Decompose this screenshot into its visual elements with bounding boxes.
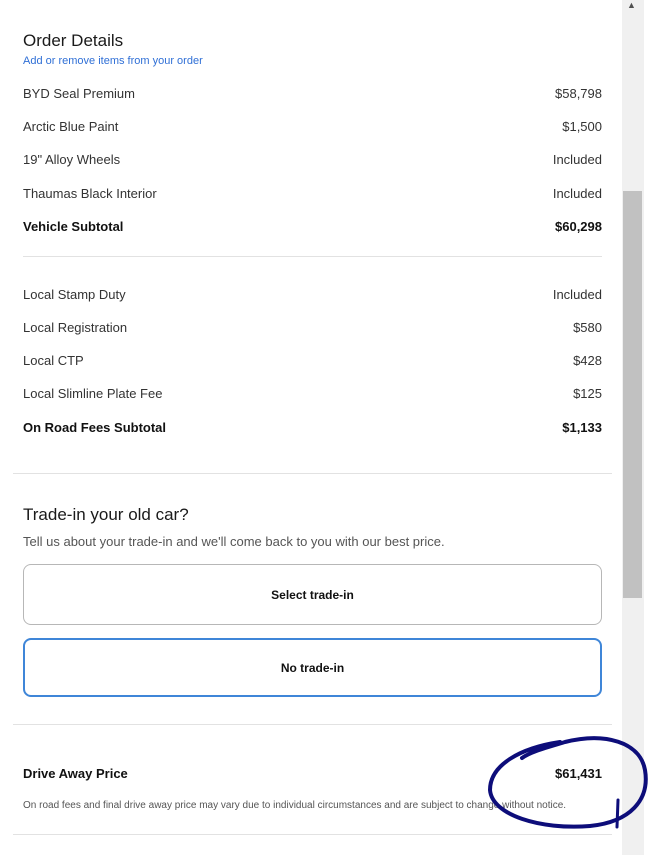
fee-item-label: Local Slimline Plate Fee — [23, 386, 163, 401]
line-item: BYD Seal Premium $58,798 — [23, 86, 602, 104]
line-item: Arctic Blue Paint $1,500 — [23, 119, 602, 137]
divider — [23, 256, 602, 257]
line-item-value: Included — [552, 152, 602, 167]
fee-item: Local Registration $580 — [23, 320, 602, 338]
trade-in-title: Trade-in your old car? — [23, 505, 189, 524]
select-trade-in-label: Select trade-in — [271, 587, 354, 602]
vehicle-subtotal-row: Vehicle Subtotal $60,298 — [23, 219, 602, 237]
no-trade-in-label: No trade-in — [280, 660, 345, 675]
fee-item-value: $125 — [573, 386, 602, 401]
no-trade-in-button[interactable]: No trade-in — [23, 638, 602, 697]
section-divider — [13, 473, 612, 474]
fee-item-label: Local Registration — [23, 320, 128, 335]
subtotal-value: $1,133 — [562, 420, 602, 435]
scroll-up-arrow-icon[interactable]: ▲ — [627, 0, 636, 10]
price-disclaimer: On road fees and final drive away price … — [23, 800, 567, 811]
fee-item: Local Slimline Plate Fee $125 — [23, 386, 602, 404]
line-item-label: Thaumas Black Interior — [23, 186, 157, 201]
fee-item-label: Local CTP — [23, 353, 84, 368]
order-details-title: Order Details — [23, 31, 124, 50]
fee-item-value: $580 — [573, 320, 602, 335]
drive-away-price-row: Drive Away Price $61,431 — [23, 766, 602, 784]
line-item-label: BYD Seal Premium — [23, 86, 135, 101]
section-divider — [13, 834, 612, 835]
section-divider — [13, 724, 612, 725]
edit-order-link[interactable]: Add or remove items from your order — [23, 55, 203, 67]
fee-item-value: Included — [552, 287, 602, 302]
fee-item-value: $428 — [573, 353, 602, 368]
fee-item: Local Stamp Duty Included — [23, 287, 602, 305]
line-item: Thaumas Black Interior Included — [23, 186, 602, 204]
trade-in-subtitle: Tell us about your trade-in and we'll co… — [23, 534, 445, 549]
order-summary-panel: Order Details Add or remove items from y… — [0, 0, 621, 855]
subtotal-value: $60,298 — [555, 219, 602, 234]
fee-item-label: Local Stamp Duty — [23, 287, 126, 302]
line-item-label: 19" Alloy Wheels — [23, 152, 121, 167]
line-item: 19" Alloy Wheels Included — [23, 152, 602, 170]
line-item-value: $58,798 — [555, 86, 602, 101]
drive-away-label: Drive Away Price — [23, 766, 128, 781]
line-item-label: Arctic Blue Paint — [23, 119, 119, 134]
line-item-value: $1,500 — [562, 119, 602, 134]
fee-item: Local CTP $428 — [23, 353, 602, 371]
line-item-value: Included — [552, 186, 602, 201]
drive-away-value: $61,431 — [555, 766, 602, 781]
subtotal-label: Vehicle Subtotal — [23, 219, 124, 234]
select-trade-in-button[interactable]: Select trade-in — [23, 564, 602, 625]
subtotal-label: On Road Fees Subtotal — [23, 420, 167, 435]
fees-subtotal-row: On Road Fees Subtotal $1,133 — [23, 420, 602, 438]
scrollbar-thumb[interactable] — [623, 191, 642, 598]
